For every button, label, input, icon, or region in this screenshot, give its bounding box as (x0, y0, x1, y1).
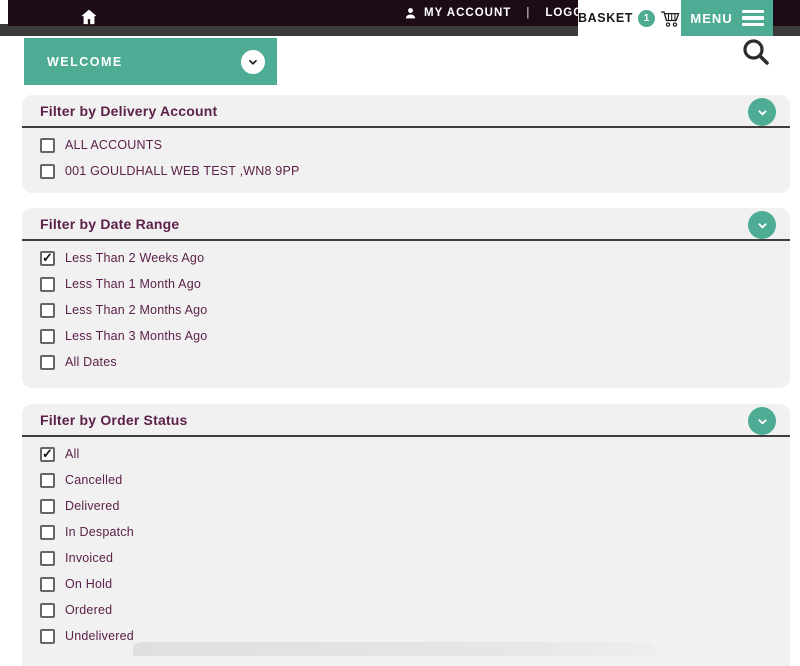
checkbox-row[interactable]: Less Than 1 Month Ago (40, 271, 772, 297)
panel-body: Less Than 2 Weeks Ago Less Than 1 Month … (22, 241, 790, 375)
welcome-label: WELCOME (47, 55, 123, 69)
checkbox[interactable] (40, 138, 55, 153)
basket-count-badge: 1 (638, 10, 655, 27)
checkbox-label[interactable]: Less Than 3 Months Ago (65, 329, 207, 343)
checkbox-label[interactable]: On Hold (65, 577, 112, 591)
panel-header: Filter by Date Range (22, 208, 790, 241)
filter-panel-date-range: Filter by Date Range Less Than 2 Weeks A… (22, 208, 790, 388)
home-icon-glyph (79, 7, 99, 27)
checkbox[interactable] (40, 329, 55, 344)
chevron-down-icon (246, 55, 260, 69)
checkbox-row[interactable]: Ordered (40, 597, 772, 623)
basket-button[interactable]: BASKET 1 (578, 0, 681, 36)
checkbox[interactable] (40, 525, 55, 540)
checkbox-label[interactable]: Undelivered (65, 629, 134, 643)
checkbox-row[interactable]: Cancelled (40, 467, 772, 493)
checkbox-label[interactable]: Less Than 2 Months Ago (65, 303, 207, 317)
panel-title: Filter by Order Status (40, 412, 188, 428)
panel-body: ALL ACCOUNTS 001 GOULDHALL WEB TEST ,WN8… (22, 128, 790, 184)
search-icon[interactable] (740, 36, 772, 68)
checkbox-row[interactable]: Less Than 2 Months Ago (40, 297, 772, 323)
menu-button[interactable]: MENU (681, 0, 773, 36)
chevron-down-icon (755, 414, 770, 429)
panel-body: All Cancelled Delivered In Despatch Invo… (22, 437, 790, 649)
panel-collapse-button[interactable] (748, 407, 776, 435)
checkbox-row[interactable]: All Dates (40, 349, 772, 375)
checkbox[interactable] (40, 277, 55, 292)
checkbox-row[interactable]: Invoiced (40, 545, 772, 571)
panel-header: Filter by Order Status (22, 404, 790, 437)
menu-label: MENU (690, 11, 732, 26)
checkbox[interactable] (40, 551, 55, 566)
checkbox[interactable] (40, 629, 55, 644)
checkbox-row[interactable]: 001 GOULDHALL WEB TEST ,WN8 9PP (40, 158, 772, 184)
checkbox[interactable] (40, 303, 55, 318)
user-icon (404, 7, 417, 20)
panel-header: Filter by Delivery Account (22, 95, 790, 128)
checkbox-row[interactable]: Less Than 2 Weeks Ago (40, 245, 772, 271)
checkbox[interactable] (40, 603, 55, 618)
checkbox[interactable] (40, 447, 55, 462)
checkbox-label[interactable]: In Despatch (65, 525, 134, 539)
checkbox-label[interactable]: Cancelled (65, 473, 122, 487)
chevron-down-icon (755, 218, 770, 233)
panel-collapse-button[interactable] (748, 98, 776, 126)
checkbox[interactable] (40, 164, 55, 179)
my-account-label: MY ACCOUNT (424, 7, 511, 19)
checkbox-label[interactable]: 001 GOULDHALL WEB TEST ,WN8 9PP (65, 164, 300, 178)
filter-panel-delivery-account: Filter by Delivery Account ALL ACCOUNTS … (22, 95, 790, 193)
cart-icon (660, 9, 681, 28)
checkbox-row[interactable]: Delivered (40, 493, 772, 519)
checkbox-label[interactable]: Less Than 2 Weeks Ago (65, 251, 204, 265)
checkbox-row[interactable]: Less Than 3 Months Ago (40, 323, 772, 349)
my-account-link[interactable]: MY ACCOUNT (404, 7, 511, 20)
checkbox[interactable] (40, 355, 55, 370)
account-nav: MY ACCOUNT | LOGOUT (404, 0, 601, 26)
checkbox-row[interactable]: ALL ACCOUNTS (40, 132, 772, 158)
welcome-chevron-button[interactable] (241, 50, 265, 74)
checkbox[interactable] (40, 499, 55, 514)
checkbox-label[interactable]: ALL ACCOUNTS (65, 138, 162, 152)
checkbox-row[interactable]: On Hold (40, 571, 772, 597)
basket-label: BASKET (578, 11, 633, 25)
panel-title: Filter by Date Range (40, 216, 179, 232)
nav-divider: | (526, 7, 530, 19)
checkbox-label[interactable]: Ordered (65, 603, 112, 617)
checkbox-label[interactable]: Less Than 1 Month Ago (65, 277, 201, 291)
filter-panel-order-status: Filter by Order Status All Cancelled Del… (22, 404, 790, 666)
checkbox-label[interactable]: All Dates (65, 355, 117, 369)
checkbox-row[interactable]: In Despatch (40, 519, 772, 545)
chevron-down-icon (755, 105, 770, 120)
checkbox[interactable] (40, 577, 55, 592)
checkbox-label[interactable]: Invoiced (65, 551, 113, 565)
panel-title: Filter by Delivery Account (40, 103, 217, 119)
checkbox[interactable] (40, 251, 55, 266)
home-icon[interactable] (79, 7, 99, 27)
hamburger-icon (742, 10, 764, 27)
panel-collapse-button[interactable] (748, 211, 776, 239)
checkbox-label[interactable]: Delivered (65, 499, 120, 513)
welcome-dropdown[interactable]: WELCOME (24, 38, 277, 85)
bottom-overlay-bar (133, 642, 655, 656)
checkbox[interactable] (40, 473, 55, 488)
checkbox-label[interactable]: All (65, 447, 80, 461)
search-icon-glyph (740, 36, 772, 68)
checkbox-row[interactable]: All (40, 441, 772, 467)
